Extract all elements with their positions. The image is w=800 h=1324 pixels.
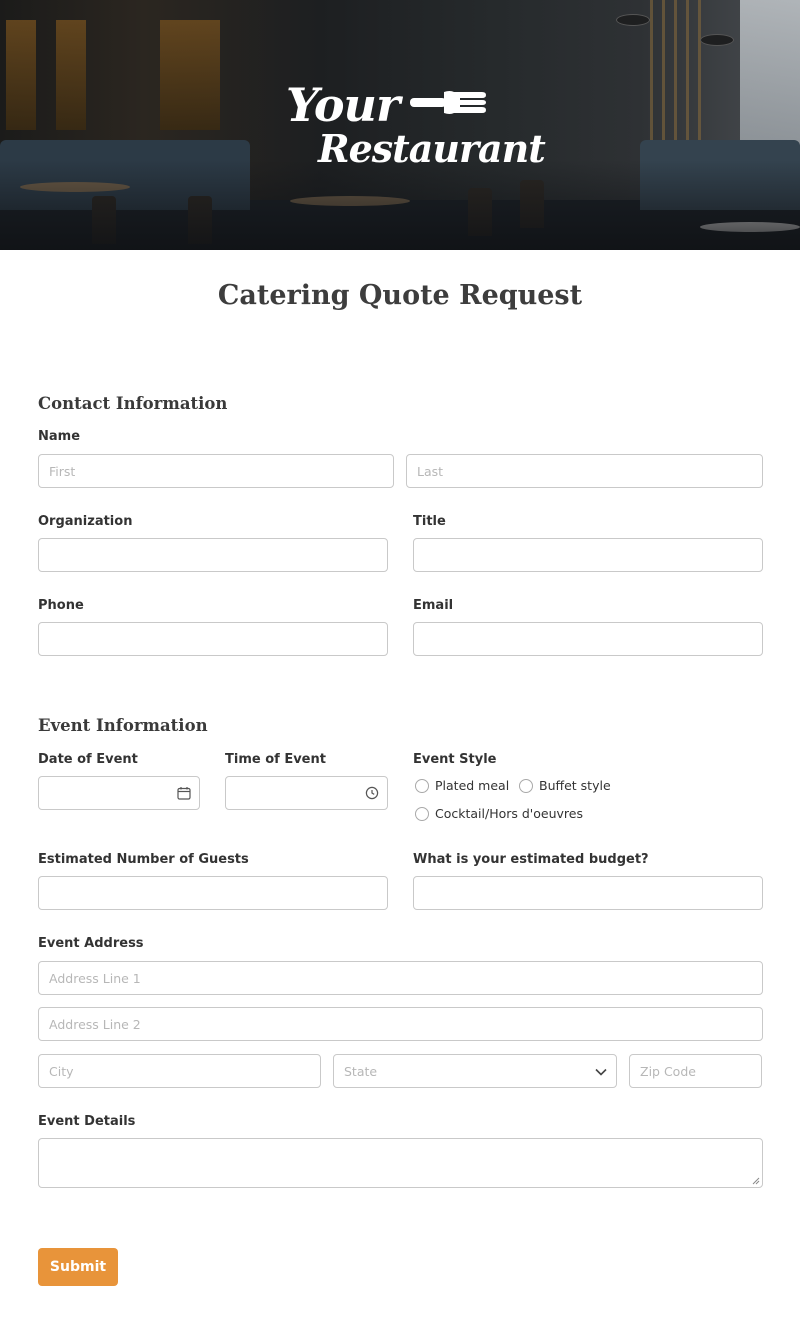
budget-input[interactable] — [413, 876, 763, 910]
header-banner: Your Restaurant — [0, 0, 800, 250]
budget-label: What is your estimated budget? — [413, 852, 649, 867]
fork-icon — [410, 91, 486, 114]
event-style-label: Event Style — [413, 752, 497, 767]
section-title-event: Event Information — [38, 716, 208, 735]
radio-label: Buffet style — [539, 778, 611, 793]
last-name-input[interactable] — [406, 454, 763, 488]
wine-shelf — [6, 20, 36, 130]
pendant-lamp — [700, 34, 734, 46]
radio-plated-meal[interactable]: Plated meal — [415, 778, 509, 793]
calendar-icon[interactable] — [177, 786, 191, 800]
first-name-input[interactable] — [38, 454, 394, 488]
title-input[interactable] — [413, 538, 763, 572]
radio-buffet-style[interactable]: Buffet style — [519, 778, 611, 793]
phone-input[interactable] — [38, 622, 388, 656]
radio-cocktail[interactable]: Cocktail/Hors d'oeuvres — [415, 806, 583, 821]
radio-circle[interactable] — [415, 778, 429, 793]
organization-label: Organization — [38, 514, 133, 529]
radio-circle[interactable] — [415, 806, 429, 821]
name-label: Name — [38, 429, 81, 444]
details-label: Event Details — [38, 1114, 136, 1129]
radio-label: Cocktail/Hors d'oeuvres — [435, 806, 583, 821]
date-label: Date of Event — [38, 752, 138, 767]
wine-shelf — [56, 20, 86, 130]
state-select-value: State — [344, 1064, 378, 1079]
title-label: Title — [413, 514, 446, 529]
wine-shelf — [160, 20, 220, 130]
address-line1-input[interactable] — [38, 961, 763, 995]
zip-input[interactable] — [629, 1054, 762, 1088]
city-input[interactable] — [38, 1054, 321, 1088]
logo-line1: Your — [286, 78, 400, 132]
time-label: Time of Event — [225, 752, 326, 767]
section-title-contact: Contact Information — [38, 394, 228, 413]
guests-input[interactable] — [38, 876, 388, 910]
event-details-textarea[interactable] — [38, 1138, 763, 1188]
phone-label: Phone — [38, 598, 84, 613]
time-input[interactable] — [225, 776, 388, 810]
page-title: Catering Quote Request — [217, 280, 583, 311]
chevron-down-icon[interactable] — [594, 1065, 608, 1079]
clock-icon[interactable] — [365, 786, 379, 800]
guests-label: Estimated Number of Guests — [38, 852, 249, 867]
resize-handle-icon[interactable] — [752, 1177, 760, 1185]
submit-button[interactable]: Submit — [38, 1248, 118, 1286]
date-input[interactable] — [38, 776, 200, 810]
state-select[interactable]: State — [333, 1054, 617, 1088]
radio-circle[interactable] — [519, 778, 533, 793]
organization-input[interactable] — [38, 538, 388, 572]
logo-line2: Restaurant — [318, 126, 546, 171]
email-input[interactable] — [413, 622, 763, 656]
address-line2-input[interactable] — [38, 1007, 763, 1041]
address-label: Event Address — [38, 936, 144, 951]
email-label: Email — [413, 598, 454, 613]
radio-label: Plated meal — [435, 778, 510, 793]
pendant-lamp — [616, 14, 650, 26]
restaurant-logo: Your Restaurant — [284, 78, 546, 188]
